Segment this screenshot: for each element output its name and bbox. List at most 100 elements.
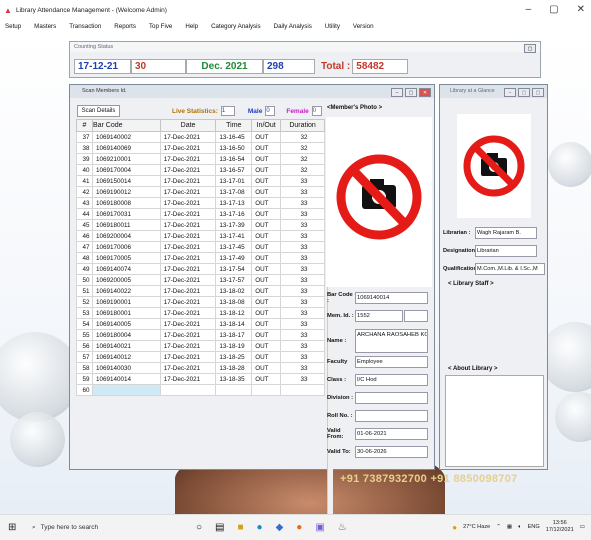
scan-table[interactable]: # Bar Code Date Time In/Out Duration 37 1…	[76, 119, 325, 396]
minimize-icon[interactable]: –	[526, 4, 532, 15]
table-row[interactable]: 38 1069140069 17-Dec-2021 13-16-50 OUT 32	[76, 142, 325, 154]
name-field[interactable]: ARCHANA RAOSAHEB KOTE	[355, 329, 428, 353]
table-row[interactable]: 50 1069200005 17-Dec-2021 13-17-57 OUT 33	[76, 274, 325, 286]
col-time[interactable]: Time	[215, 119, 253, 132]
table-row[interactable]: 51 1069140022 17-Dec-2021 13-18-02 OUT 33	[76, 285, 325, 297]
menu-reports[interactable]: Reports	[109, 21, 144, 32]
table-row[interactable]: 54 1069140005 17-Dec-2021 13-18-14 OUT 33	[76, 318, 325, 330]
menu-setup[interactable]: Setup	[0, 21, 29, 32]
table-row[interactable]: 55 1069180004 17-Dec-2021 13-18-17 OUT 33	[76, 329, 325, 341]
widgets-icon[interactable]: ▤	[215, 522, 224, 533]
librarian-photo	[457, 114, 531, 218]
table-row[interactable]: 49 1069140074 17-Dec-2021 13-17-54 OUT 33	[76, 263, 325, 275]
row-time: 13-17-49	[215, 252, 253, 264]
roll-no-field[interactable]	[355, 410, 428, 422]
row-date: 17-Dec-2021	[159, 175, 217, 187]
counting-total-value: 58482	[352, 59, 409, 74]
menu-daily-analysis[interactable]: Daily Analysis	[269, 21, 320, 32]
counting-close-icon[interactable]: ▢	[524, 44, 536, 53]
library-close-icon[interactable]: ▢	[532, 88, 544, 97]
row-duration: 33	[280, 274, 325, 286]
row-index: 43	[76, 197, 93, 209]
edge-icon[interactable]: ●	[257, 522, 263, 533]
scan-close-icon[interactable]: ✕	[419, 88, 431, 97]
barcode-field[interactable]: 1069140014	[355, 292, 428, 304]
menu-transaction[interactable]: Transaction	[64, 21, 109, 32]
app-icon[interactable]: ▣	[315, 522, 324, 533]
windows-start-icon[interactable]: ⊞	[8, 522, 22, 533]
table-row[interactable]: 43 1069180008 17-Dec-2021 13-17-13 OUT 33	[76, 197, 325, 209]
clock[interactable]: 13:56 17/12/2021	[546, 520, 574, 534]
weather-icon[interactable]: ●	[452, 523, 457, 532]
col-index[interactable]: #	[76, 119, 93, 132]
table-row[interactable]: 41 1069150014 17-Dec-2021 13-17-01 OUT 33	[76, 175, 325, 187]
table-row[interactable]: 60	[76, 384, 325, 396]
tab-scan-details[interactable]: Scan Details	[77, 105, 120, 117]
table-row[interactable]: 44 1069170031 17-Dec-2021 13-17-16 OUT 33	[76, 208, 325, 220]
file-explorer-icon[interactable]: ■	[238, 522, 244, 533]
close-icon[interactable]: ✕	[577, 4, 585, 15]
valid-from-field[interactable]: 01-06-2021	[355, 428, 428, 440]
tray-chevron-icon[interactable]: ⌃	[496, 524, 501, 530]
row-duration: 33	[280, 186, 325, 198]
mem-id-field[interactable]: 1552	[355, 310, 403, 322]
menu-category-analysis[interactable]: Category Analysis	[206, 21, 269, 32]
row-in-out: OUT	[251, 263, 282, 275]
table-row[interactable]: 39 1069210001 17-Dec-2021 13-16-54 OUT 32	[76, 153, 325, 165]
table-row[interactable]: 58 1069140030 17-Dec-2021 13-18-28 OUT 33	[76, 362, 325, 374]
menu-help[interactable]: Help	[180, 21, 206, 32]
faculty-field[interactable]: Employee	[355, 356, 428, 368]
task-view-icon[interactable]: ○	[196, 522, 202, 533]
col-date[interactable]: Date	[159, 119, 217, 132]
row-time: 13-18-17	[215, 329, 253, 341]
about-library-textbox[interactable]	[445, 375, 544, 467]
weather-text[interactable]: 27°C Haze	[463, 524, 490, 530]
designation-field[interactable]: Librarian	[475, 245, 537, 257]
menu-version[interactable]: Version	[348, 21, 382, 32]
table-row[interactable]: 48 1069170005 17-Dec-2021 13-17-49 OUT 33	[76, 252, 325, 264]
menu-masters[interactable]: Masters	[29, 21, 64, 32]
qualification-field[interactable]: M.Com.,M.Lib. & I.Sc.,M	[475, 263, 545, 275]
table-row[interactable]: 57 1069140012 17-Dec-2021 13-18-25 OUT 33	[76, 351, 325, 363]
library-minimize-icon[interactable]: –	[504, 88, 516, 97]
table-row[interactable]: 59 1069140014 17-Dec-2021 13-18-35 OUT 33	[76, 373, 325, 385]
col-duration[interactable]: Duration	[280, 119, 325, 132]
menu-top-five[interactable]: Top Five	[144, 21, 180, 32]
valid-to-field[interactable]: 30-06-2026	[355, 446, 428, 458]
firefox-icon[interactable]: ●	[296, 522, 302, 533]
menu-utility[interactable]: Utility	[320, 21, 348, 32]
volume-icon[interactable]: 🔈︎	[518, 524, 521, 531]
store-icon[interactable]: ◆	[276, 522, 284, 533]
table-row[interactable]: 52 1069190001 17-Dec-2021 13-18-08 OUT 33	[76, 296, 325, 308]
row-in-out: OUT	[251, 307, 282, 319]
col-in-out[interactable]: In/Out	[251, 119, 282, 132]
table-row[interactable]: 47 1069170006 17-Dec-2021 13-17-45 OUT 33	[76, 241, 325, 253]
notifications-icon[interactable]: ▭	[580, 524, 585, 530]
library-app-icon[interactable]: ♨	[338, 522, 347, 533]
table-row[interactable]: 45 1069180011 17-Dec-2021 13-17-39 OUT 33	[76, 219, 325, 231]
table-row[interactable]: 42 1069190012 17-Dec-2021 13-17-08 OUT 33	[76, 186, 325, 198]
row-time: 13-17-45	[215, 241, 253, 253]
librarian-field[interactable]: Wagh Rajaram B.	[475, 227, 537, 239]
scan-minimize-icon[interactable]: –	[391, 88, 403, 97]
table-row[interactable]: 46 1069200004 17-Dec-2021 13-17-41 OUT 33	[76, 230, 325, 242]
row-bar-code: 1069170005	[91, 252, 161, 264]
table-row[interactable]: 37 1069140002 17-Dec-2021 13-16-45 OUT 32	[76, 131, 325, 143]
col-bar-code[interactable]: Bar Code	[91, 119, 161, 132]
language-indicator[interactable]: ENG	[528, 524, 540, 530]
table-row[interactable]: 56 1069140021 17-Dec-2021 13-18-19 OUT 33	[76, 340, 325, 352]
row-bar-code: 1069150014	[91, 175, 161, 187]
table-row[interactable]: 40 1069170004 17-Dec-2021 13-16-57 OUT 32	[76, 164, 325, 176]
taskbar-search[interactable]: ⌕ Type here to search	[32, 524, 172, 532]
class-field[interactable]: I/C Hod	[355, 374, 428, 386]
table-row[interactable]: 53 1069180001 17-Dec-2021 13-18-12 OUT 33	[76, 307, 325, 319]
mem-id-extra-field[interactable]	[404, 310, 428, 322]
library-restore-icon[interactable]: ▢	[518, 88, 530, 97]
mem-id-label: Mem. Id. :	[327, 313, 354, 319]
roll-no-label: Roll No. :	[327, 413, 353, 419]
maximize-icon[interactable]: ▢	[549, 4, 558, 15]
network-icon[interactable]: ▦	[507, 524, 512, 530]
row-in-out: OUT	[251, 373, 282, 385]
scan-restore-icon[interactable]: ▢	[405, 88, 417, 97]
division-field[interactable]	[355, 392, 428, 404]
